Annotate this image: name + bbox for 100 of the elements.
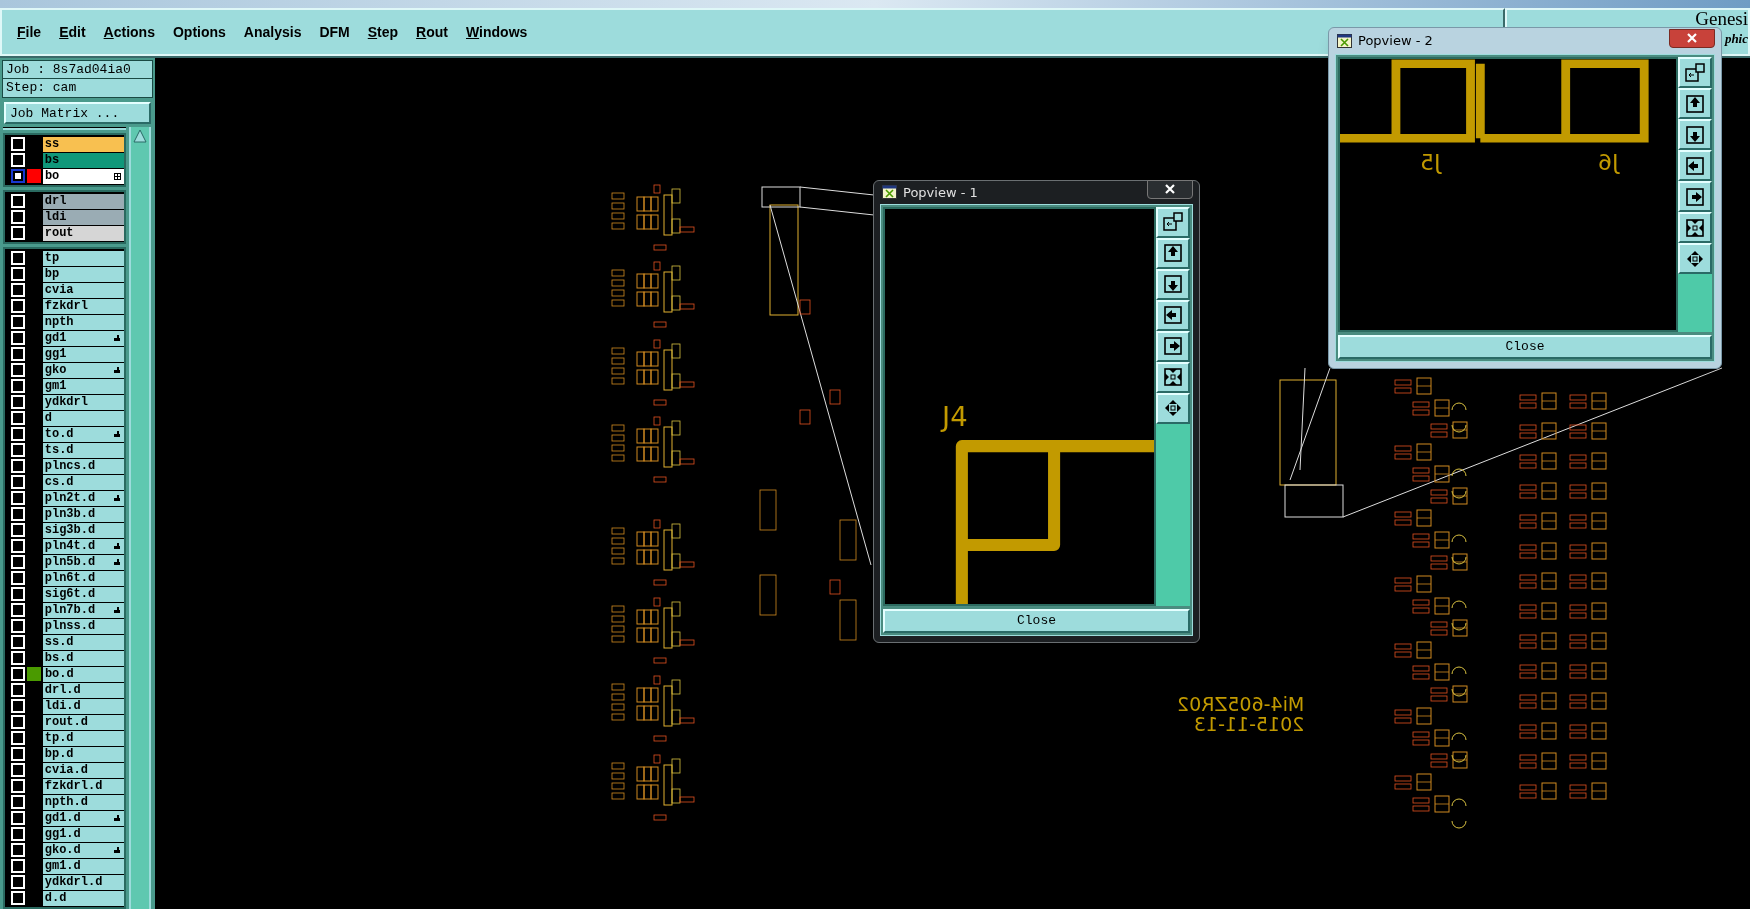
layer-name[interactable]: gm1.d [42, 858, 124, 874]
layer-name[interactable]: gd1 [42, 330, 124, 346]
layer-name[interactable]: pln7b.d [42, 602, 124, 618]
layer-name[interactable]: bs [42, 152, 124, 168]
hand-icon [113, 430, 121, 438]
layer-name[interactable]: bo [42, 168, 124, 184]
toolbar-button[interactable] [1678, 57, 1712, 88]
app-icon [882, 185, 897, 200]
layer-name[interactable]: bp [42, 266, 124, 282]
layer-name[interactable]: pln6t.d [42, 570, 124, 586]
app-icon [1337, 34, 1352, 48]
menu-item[interactable]: Rout [407, 20, 457, 44]
menu-item[interactable]: Actions [94, 20, 164, 44]
layer-name[interactable]: ts.d [42, 442, 124, 458]
layer-name[interactable]: ydkdrl.d [42, 874, 124, 890]
close-button[interactable]: Close [1338, 335, 1712, 359]
menu-item[interactable]: DFM [310, 20, 359, 44]
layer-name[interactable]: npth.d [42, 794, 124, 810]
hand-icon [113, 846, 121, 854]
toolbar-button[interactable] [1678, 181, 1712, 212]
layer-name[interactable]: rout [42, 225, 124, 241]
layer-name[interactable]: cvia [42, 282, 124, 298]
grid-icon [114, 172, 121, 180]
layer-checkbox[interactable] [11, 169, 25, 183]
brand-subtitle: phic [1724, 31, 1748, 47]
menu-item[interactable]: Edit [50, 20, 95, 44]
layer-name[interactable]: gm1 [42, 378, 124, 394]
layer-name[interactable]: to.d [42, 426, 124, 442]
layer-name[interactable]: ydkdrl [42, 394, 124, 410]
layer-name[interactable]: drl.d [42, 682, 124, 698]
shrink-icon [1684, 216, 1706, 239]
hand-icon [113, 494, 121, 502]
layer-name[interactable]: ldi.d [42, 698, 124, 714]
toolbar-button[interactable] [1156, 361, 1190, 393]
layer-name[interactable]: pln3b.d [42, 506, 124, 522]
layer-name[interactable]: gko.d [42, 842, 124, 858]
layer-name[interactable]: cvia.d [42, 762, 124, 778]
layer-name[interactable]: sig6t.d [42, 586, 124, 602]
layer-name[interactable]: bo.d [42, 666, 124, 682]
scrollbar[interactable] [129, 127, 151, 909]
window-title: Popview - 2 [1358, 32, 1433, 51]
board-label: 2015-11-13 [1193, 714, 1305, 734]
close-button[interactable]: Close [883, 609, 1190, 633]
layer-name[interactable]: fzkdrl [42, 298, 124, 314]
layer-name[interactable]: cs.d [42, 474, 124, 490]
shrink-icon [1162, 366, 1184, 389]
menu-item[interactable]: File [8, 20, 51, 44]
hand-icon [113, 606, 121, 614]
layer-name[interactable]: gko [42, 362, 124, 378]
layer-name[interactable]: pln4t.d [42, 538, 124, 554]
layer-name[interactable]: d [42, 410, 124, 426]
layer-name[interactable]: rout.d [42, 714, 124, 730]
layer-name[interactable]: bs.d [42, 650, 124, 666]
layer-name[interactable]: gd1.d [42, 810, 124, 826]
toolbar-button[interactable] [1678, 243, 1712, 274]
menu-item[interactable]: Options [163, 20, 235, 44]
board-view-drawing: J4 [885, 208, 1154, 604]
layer-name[interactable]: ss.d [42, 634, 124, 650]
layer-name[interactable]: ss [42, 136, 124, 152]
close-icon [1687, 33, 1697, 43]
step-label: Step: cam [5, 79, 78, 97]
layer-name[interactable]: gg1.d [42, 826, 124, 842]
toolbar-button[interactable] [1678, 88, 1712, 119]
menu-item[interactable]: Windows [457, 20, 537, 44]
window-icon [1684, 61, 1706, 84]
window-icon [1162, 211, 1184, 234]
hand-icon [113, 366, 121, 374]
toolbar-button[interactable] [1678, 212, 1712, 243]
toolbar-button[interactable] [1678, 119, 1712, 150]
job-matrix-button[interactable]: Job Matrix ... [4, 102, 151, 124]
hand-icon [113, 334, 121, 342]
layer-name[interactable]: fzkdrl.d [42, 778, 124, 794]
brand-title: Genesi [1695, 10, 1748, 27]
layer-name[interactable]: plncs.d [42, 458, 124, 474]
layer-name[interactable]: ldi [42, 209, 124, 225]
menu-item[interactable]: Step [358, 20, 408, 44]
toolbar-button[interactable] [1678, 150, 1712, 181]
layer-name[interactable]: drl [42, 193, 124, 209]
layer-name[interactable]: plnss.d [42, 618, 124, 634]
layer-name[interactable]: sig3b.d [42, 522, 124, 538]
window-title: Popview - 1 [903, 183, 978, 202]
layer-name[interactable]: bp.d [42, 746, 124, 762]
layer-name[interactable]: pln2t.d [42, 490, 124, 506]
toolbar-button[interactable] [1156, 206, 1190, 238]
toolbar-button[interactable] [1156, 268, 1190, 300]
menu-item[interactable]: Analysis [234, 20, 311, 44]
layer-name[interactable]: pln5b.d [42, 554, 124, 570]
layer-name[interactable]: d.d [42, 890, 124, 906]
toolbar-button[interactable] [1156, 330, 1190, 362]
close-icon [1165, 184, 1175, 195]
layer-name[interactable]: gg1 [42, 346, 124, 362]
layer-name[interactable]: npth [42, 314, 124, 330]
hand-icon [113, 814, 121, 822]
layer-name[interactable]: tp.d [42, 730, 124, 746]
close-button[interactable] [1669, 28, 1715, 48]
toolbar-button[interactable] [1156, 237, 1190, 269]
toolbar-button[interactable] [1156, 299, 1190, 331]
layer-name[interactable]: tp [42, 250, 124, 266]
job-label: Job : 8s7ad04ia0 [3, 61, 152, 79]
toolbar-button[interactable] [1156, 392, 1190, 424]
